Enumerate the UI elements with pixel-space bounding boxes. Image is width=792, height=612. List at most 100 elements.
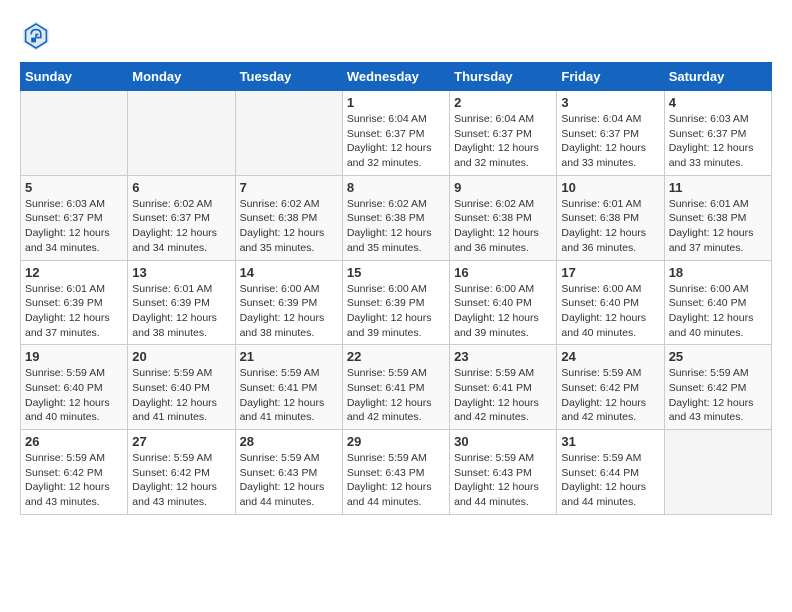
day-info: Sunrise: 6:03 AM Sunset: 6:37 PM Dayligh… bbox=[669, 112, 767, 171]
day-number: 22 bbox=[347, 349, 445, 364]
day-info: Sunrise: 6:01 AM Sunset: 6:38 PM Dayligh… bbox=[669, 197, 767, 256]
day-number: 21 bbox=[240, 349, 338, 364]
day-info: Sunrise: 6:03 AM Sunset: 6:37 PM Dayligh… bbox=[25, 197, 123, 256]
day-number: 8 bbox=[347, 180, 445, 195]
logo bbox=[20, 20, 56, 52]
day-number: 1 bbox=[347, 95, 445, 110]
day-info: Sunrise: 5:59 AM Sunset: 6:42 PM Dayligh… bbox=[669, 366, 767, 425]
day-number: 24 bbox=[561, 349, 659, 364]
calendar-day-cell: 17 Sunrise: 6:00 AM Sunset: 6:40 PM Dayli… bbox=[557, 260, 664, 345]
calendar-day-cell: 15Sunrise: 6:00 AM Sunset: 6:39 PM Dayli… bbox=[342, 260, 449, 345]
calendar-day-cell: 14 Sunrise: 6:00 AM Sunset: 6:39 PM Dayli… bbox=[235, 260, 342, 345]
calendar-day-cell: 26 Sunrise: 5:59 AM Sunset: 6:42 PM Dayli… bbox=[21, 430, 128, 515]
calendar-day-cell: 2Sunrise: 6:04 AM Sunset: 6:37 PM Daylig… bbox=[450, 91, 557, 176]
calendar-day-cell: 12 Sunrise: 6:01 AM Sunset: 6:39 PM Dayli… bbox=[21, 260, 128, 345]
calendar-day-cell: 7 Sunrise: 6:02 AM Sunset: 6:38 PM Daylig… bbox=[235, 175, 342, 260]
day-number: 2 bbox=[454, 95, 552, 110]
day-info: Sunrise: 5:59 AM Sunset: 6:43 PM Dayligh… bbox=[347, 451, 445, 510]
day-number: 4 bbox=[669, 95, 767, 110]
day-info: Sunrise: 5:59 AM Sunset: 6:41 PM Dayligh… bbox=[347, 366, 445, 425]
calendar-day-cell: 23 Sunrise: 5:59 AM Sunset: 6:41 PM Dayli… bbox=[450, 345, 557, 430]
day-number: 12 bbox=[25, 265, 123, 280]
calendar-day-cell: 13 Sunrise: 6:01 AM Sunset: 6:39 PM Dayli… bbox=[128, 260, 235, 345]
day-info: Sunrise: 6:00 AM Sunset: 6:40 PM Dayligh… bbox=[669, 282, 767, 341]
calendar-day-cell: 10 Sunrise: 6:01 AM Sunset: 6:38 PM Dayli… bbox=[557, 175, 664, 260]
day-number: 31 bbox=[561, 434, 659, 449]
day-of-week-header: Thursday bbox=[450, 63, 557, 91]
day-info: Sunrise: 5:59 AM Sunset: 6:42 PM Dayligh… bbox=[561, 366, 659, 425]
calendar-day-cell: 11 Sunrise: 6:01 AM Sunset: 6:38 PM Dayli… bbox=[664, 175, 771, 260]
day-number: 30 bbox=[454, 434, 552, 449]
calendar-day-cell: 20 Sunrise: 5:59 AM Sunset: 6:40 PM Dayli… bbox=[128, 345, 235, 430]
calendar-day-cell: 9Sunrise: 6:02 AM Sunset: 6:38 PM Daylig… bbox=[450, 175, 557, 260]
day-of-week-header: Tuesday bbox=[235, 63, 342, 91]
calendar-day-cell: 28 Sunrise: 5:59 AM Sunset: 6:43 PM Dayli… bbox=[235, 430, 342, 515]
day-number: 6 bbox=[132, 180, 230, 195]
day-info: Sunrise: 6:02 AM Sunset: 6:37 PM Dayligh… bbox=[132, 197, 230, 256]
day-info: Sunrise: 5:59 AM Sunset: 6:42 PM Dayligh… bbox=[132, 451, 230, 510]
calendar-day-cell: 27 Sunrise: 5:59 AM Sunset: 6:42 PM Dayli… bbox=[128, 430, 235, 515]
calendar-day-cell: 25Sunrise: 5:59 AM Sunset: 6:42 PM Dayli… bbox=[664, 345, 771, 430]
day-of-week-header: Monday bbox=[128, 63, 235, 91]
day-number: 9 bbox=[454, 180, 552, 195]
day-number: 14 bbox=[240, 265, 338, 280]
day-of-week-header: Friday bbox=[557, 63, 664, 91]
day-number: 29 bbox=[347, 434, 445, 449]
day-number: 20 bbox=[132, 349, 230, 364]
day-number: 7 bbox=[240, 180, 338, 195]
calendar-day-cell: 24 Sunrise: 5:59 AM Sunset: 6:42 PM Dayli… bbox=[557, 345, 664, 430]
day-number: 10 bbox=[561, 180, 659, 195]
calendar-week-row: 5 Sunrise: 6:03 AM Sunset: 6:37 PM Daylig… bbox=[21, 175, 772, 260]
day-info: Sunrise: 6:02 AM Sunset: 6:38 PM Dayligh… bbox=[347, 197, 445, 256]
day-number: 5 bbox=[25, 180, 123, 195]
day-number: 26 bbox=[25, 434, 123, 449]
calendar-table: SundayMondayTuesdayWednesdayThursdayFrid… bbox=[20, 62, 772, 515]
day-info: Sunrise: 5:59 AM Sunset: 6:43 PM Dayligh… bbox=[454, 451, 552, 510]
day-info: Sunrise: 5:59 AM Sunset: 6:41 PM Dayligh… bbox=[240, 366, 338, 425]
day-number: 17 bbox=[561, 265, 659, 280]
page-header bbox=[20, 20, 772, 52]
day-info: Sunrise: 6:01 AM Sunset: 6:38 PM Dayligh… bbox=[561, 197, 659, 256]
day-info: Sunrise: 5:59 AM Sunset: 6:44 PM Dayligh… bbox=[561, 451, 659, 510]
day-number: 13 bbox=[132, 265, 230, 280]
calendar-day-cell: 3 Sunrise: 6:04 AM Sunset: 6:37 PM Daylig… bbox=[557, 91, 664, 176]
calendar-day-cell bbox=[664, 430, 771, 515]
day-info: Sunrise: 5:59 AM Sunset: 6:40 PM Dayligh… bbox=[132, 366, 230, 425]
day-of-week-header: Saturday bbox=[664, 63, 771, 91]
calendar-day-cell bbox=[128, 91, 235, 176]
day-info: Sunrise: 5:59 AM Sunset: 6:43 PM Dayligh… bbox=[240, 451, 338, 510]
day-info: Sunrise: 5:59 AM Sunset: 6:40 PM Dayligh… bbox=[25, 366, 123, 425]
calendar-day-cell: 21 Sunrise: 5:59 AM Sunset: 6:41 PM Dayli… bbox=[235, 345, 342, 430]
day-number: 3 bbox=[561, 95, 659, 110]
calendar-week-row: 12 Sunrise: 6:01 AM Sunset: 6:39 PM Dayli… bbox=[21, 260, 772, 345]
calendar-day-cell: 4 Sunrise: 6:03 AM Sunset: 6:37 PM Daylig… bbox=[664, 91, 771, 176]
calendar-week-row: 1 Sunrise: 6:04 AM Sunset: 6:37 PM Daylig… bbox=[21, 91, 772, 176]
day-of-week-header: Sunday bbox=[21, 63, 128, 91]
day-number: 11 bbox=[669, 180, 767, 195]
calendar-week-row: 19Sunrise: 5:59 AM Sunset: 6:40 PM Dayli… bbox=[21, 345, 772, 430]
day-info: Sunrise: 6:04 AM Sunset: 6:37 PM Dayligh… bbox=[347, 112, 445, 171]
day-info: Sunrise: 6:01 AM Sunset: 6:39 PM Dayligh… bbox=[25, 282, 123, 341]
day-number: 23 bbox=[454, 349, 552, 364]
day-info: Sunrise: 6:00 AM Sunset: 6:39 PM Dayligh… bbox=[240, 282, 338, 341]
calendar-day-cell: 31 Sunrise: 5:59 AM Sunset: 6:44 PM Dayli… bbox=[557, 430, 664, 515]
calendar-day-cell: 22 Sunrise: 5:59 AM Sunset: 6:41 PM Dayli… bbox=[342, 345, 449, 430]
calendar-day-cell: 19Sunrise: 5:59 AM Sunset: 6:40 PM Dayli… bbox=[21, 345, 128, 430]
day-info: Sunrise: 6:00 AM Sunset: 6:40 PM Dayligh… bbox=[454, 282, 552, 341]
day-info: Sunrise: 5:59 AM Sunset: 6:41 PM Dayligh… bbox=[454, 366, 552, 425]
calendar-week-row: 26 Sunrise: 5:59 AM Sunset: 6:42 PM Dayli… bbox=[21, 430, 772, 515]
day-info: Sunrise: 6:00 AM Sunset: 6:39 PM Dayligh… bbox=[347, 282, 445, 341]
calendar-day-cell: 18 Sunrise: 6:00 AM Sunset: 6:40 PM Dayli… bbox=[664, 260, 771, 345]
day-info: Sunrise: 6:01 AM Sunset: 6:39 PM Dayligh… bbox=[132, 282, 230, 341]
calendar-day-cell: 29 Sunrise: 5:59 AM Sunset: 6:43 PM Dayli… bbox=[342, 430, 449, 515]
day-info: Sunrise: 6:02 AM Sunset: 6:38 PM Dayligh… bbox=[240, 197, 338, 256]
day-number: 27 bbox=[132, 434, 230, 449]
calendar-day-cell: 8 Sunrise: 6:02 AM Sunset: 6:38 PM Daylig… bbox=[342, 175, 449, 260]
calendar-day-cell: 1 Sunrise: 6:04 AM Sunset: 6:37 PM Daylig… bbox=[342, 91, 449, 176]
day-number: 18 bbox=[669, 265, 767, 280]
day-number: 28 bbox=[240, 434, 338, 449]
day-info: Sunrise: 6:00 AM Sunset: 6:40 PM Dayligh… bbox=[561, 282, 659, 341]
day-info: Sunrise: 6:04 AM Sunset: 6:37 PM Dayligh… bbox=[561, 112, 659, 171]
calendar-day-cell: 6 Sunrise: 6:02 AM Sunset: 6:37 PM Daylig… bbox=[128, 175, 235, 260]
day-info: Sunrise: 5:59 AM Sunset: 6:42 PM Dayligh… bbox=[25, 451, 123, 510]
